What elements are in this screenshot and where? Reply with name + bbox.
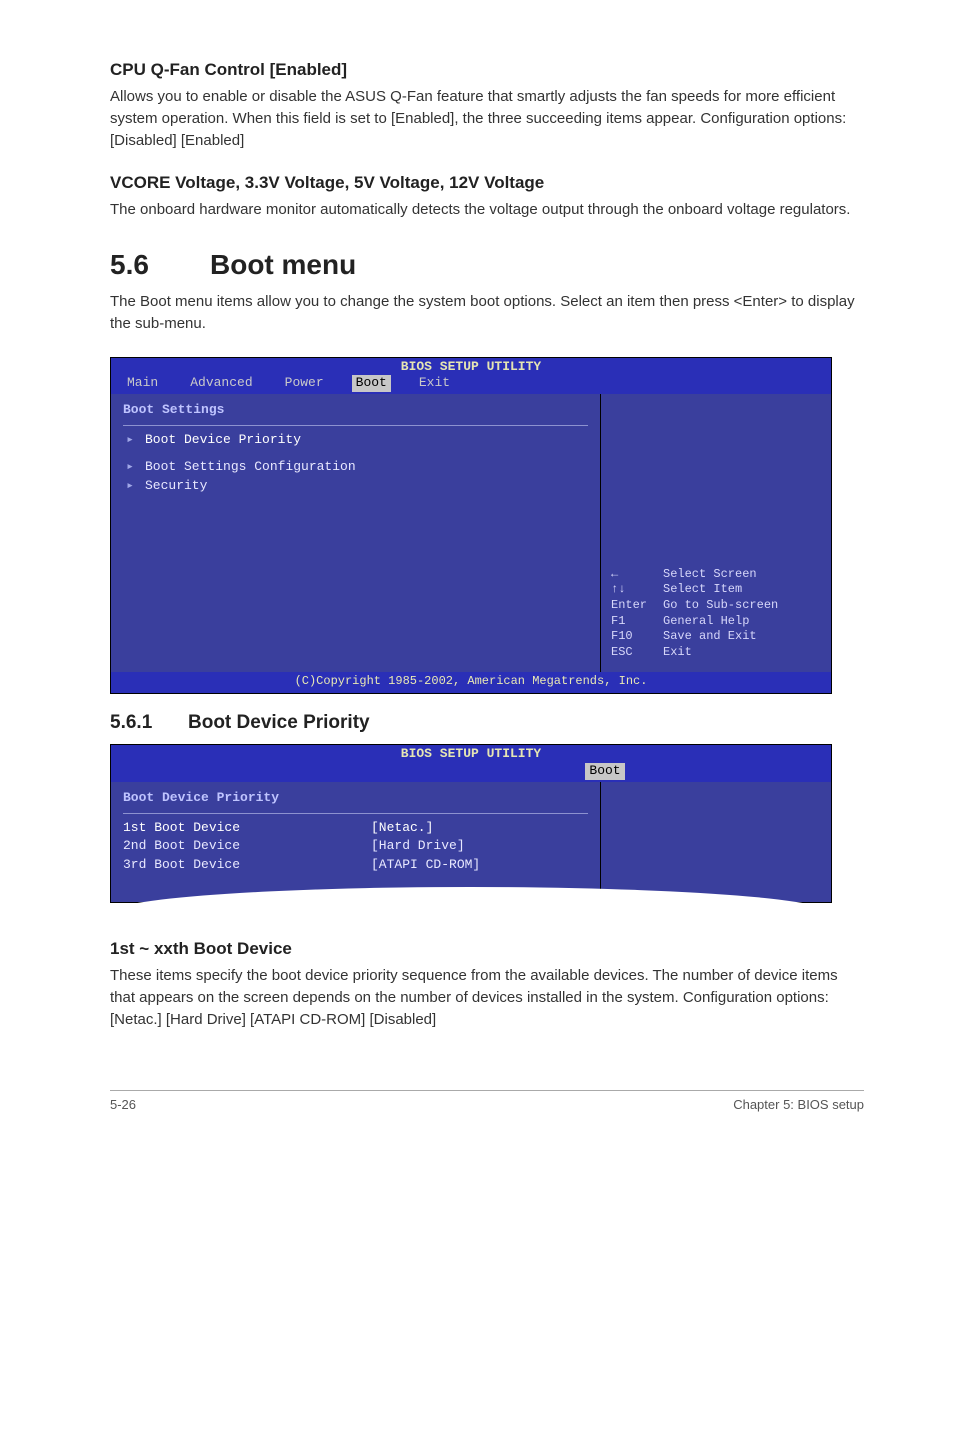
tab-power[interactable]: Power: [281, 375, 328, 392]
row-label: 3rd Boot Device: [123, 857, 363, 874]
xxth-boot-title: 1st ~ xxth Boot Device: [110, 939, 864, 959]
bios-copyright: (C)Copyright 1985-2002, American Megatre…: [111, 672, 831, 693]
bios-help-pane: [601, 782, 831, 903]
bios-tab-bar: Boot: [111, 763, 831, 782]
bios-boot-device-priority: BIOS SETUP UTILITY Boot Boot Device Prio…: [110, 744, 832, 903]
bios-section-header: Boot Settings: [123, 402, 588, 426]
bios-left-pane: Boot Device Priority 1st Boot Device [Ne…: [111, 782, 601, 903]
bios-left-pane: Boot Settings ▸ Boot Device Priority ▸ B…: [111, 394, 601, 672]
bios-title: BIOS SETUP UTILITY: [111, 745, 831, 763]
subheading-num: 5.6.1: [110, 712, 188, 734]
bios-tab-bar: Main Advanced Power Boot Exit: [111, 375, 831, 394]
page-number: 5-26: [110, 1097, 136, 1112]
bios-boot-settings: BIOS SETUP UTILITY Main Advanced Power B…: [110, 357, 832, 694]
cpu-qfan-title: CPU Q-Fan Control [Enabled]: [110, 60, 864, 80]
bios-help-pane: ←Select Screen ↑↓Select Item EnterGo to …: [601, 394, 831, 672]
hint-f1: F1General Help: [611, 614, 821, 630]
menu-item-boot-device-priority[interactable]: ▸ Boot Device Priority: [123, 432, 588, 449]
menu-label: Boot Settings Configuration: [145, 459, 356, 476]
tab-boot[interactable]: Boot: [352, 375, 391, 392]
row-value: [Netac.]: [371, 820, 433, 837]
bios-section-header: Boot Device Priority: [123, 790, 588, 814]
hint-select-item: ↑↓Select Item: [611, 582, 821, 598]
hint-f10: F10Save and Exit: [611, 629, 821, 645]
boot-menu-body: The Boot menu items allow you to change …: [110, 291, 864, 335]
menu-item-security[interactable]: ▸ Security: [123, 478, 588, 495]
bios-title: BIOS SETUP UTILITY: [111, 358, 831, 376]
row-3rd-boot-device[interactable]: 3rd Boot Device [ATAPI CD-ROM]: [123, 857, 588, 874]
row-2nd-boot-device[interactable]: 2nd Boot Device [Hard Drive]: [123, 838, 588, 855]
row-label: 2nd Boot Device: [123, 838, 363, 855]
row-label: 1st Boot Device: [123, 820, 363, 837]
row-1st-boot-device[interactable]: 1st Boot Device [Netac.]: [123, 820, 588, 837]
menu-label: Boot Device Priority: [145, 432, 301, 449]
heading-text: Boot menu: [210, 249, 356, 280]
hint-select-screen: ←Select Screen: [611, 567, 821, 583]
page-footer: 5-26 Chapter 5: BIOS setup: [110, 1090, 864, 1112]
tab-exit[interactable]: Exit: [415, 375, 454, 392]
subheading-text: Boot Device Priority: [188, 712, 370, 733]
heading-num: 5.6: [110, 249, 210, 281]
boot-menu-heading: 5.6Boot menu: [110, 249, 864, 281]
submenu-arrow-icon: ▸: [123, 478, 137, 495]
row-value: [Hard Drive]: [371, 838, 465, 855]
hint-enter: EnterGo to Sub-screen: [611, 598, 821, 614]
tab-main[interactable]: Main: [123, 375, 162, 392]
row-value: [ATAPI CD-ROM]: [371, 857, 480, 874]
chapter-label: Chapter 5: BIOS setup: [733, 1097, 864, 1112]
tab-boot[interactable]: Boot: [585, 763, 624, 780]
submenu-arrow-icon: ▸: [123, 459, 137, 476]
vcore-title: VCORE Voltage, 3.3V Voltage, 5V Voltage,…: [110, 173, 864, 193]
cpu-qfan-body: Allows you to enable or disable the ASUS…: [110, 86, 864, 151]
menu-item-boot-settings-config[interactable]: ▸ Boot Settings Configuration: [123, 459, 588, 476]
menu-label: Security: [145, 478, 207, 495]
boot-device-priority-heading: 5.6.1Boot Device Priority: [110, 712, 864, 734]
vcore-body: The onboard hardware monitor automatical…: [110, 199, 864, 221]
hint-esc: ESCExit: [611, 645, 821, 661]
tab-advanced[interactable]: Advanced: [186, 375, 256, 392]
xxth-boot-body: These items specify the boot device prio…: [110, 965, 864, 1030]
submenu-arrow-icon: ▸: [123, 432, 137, 449]
